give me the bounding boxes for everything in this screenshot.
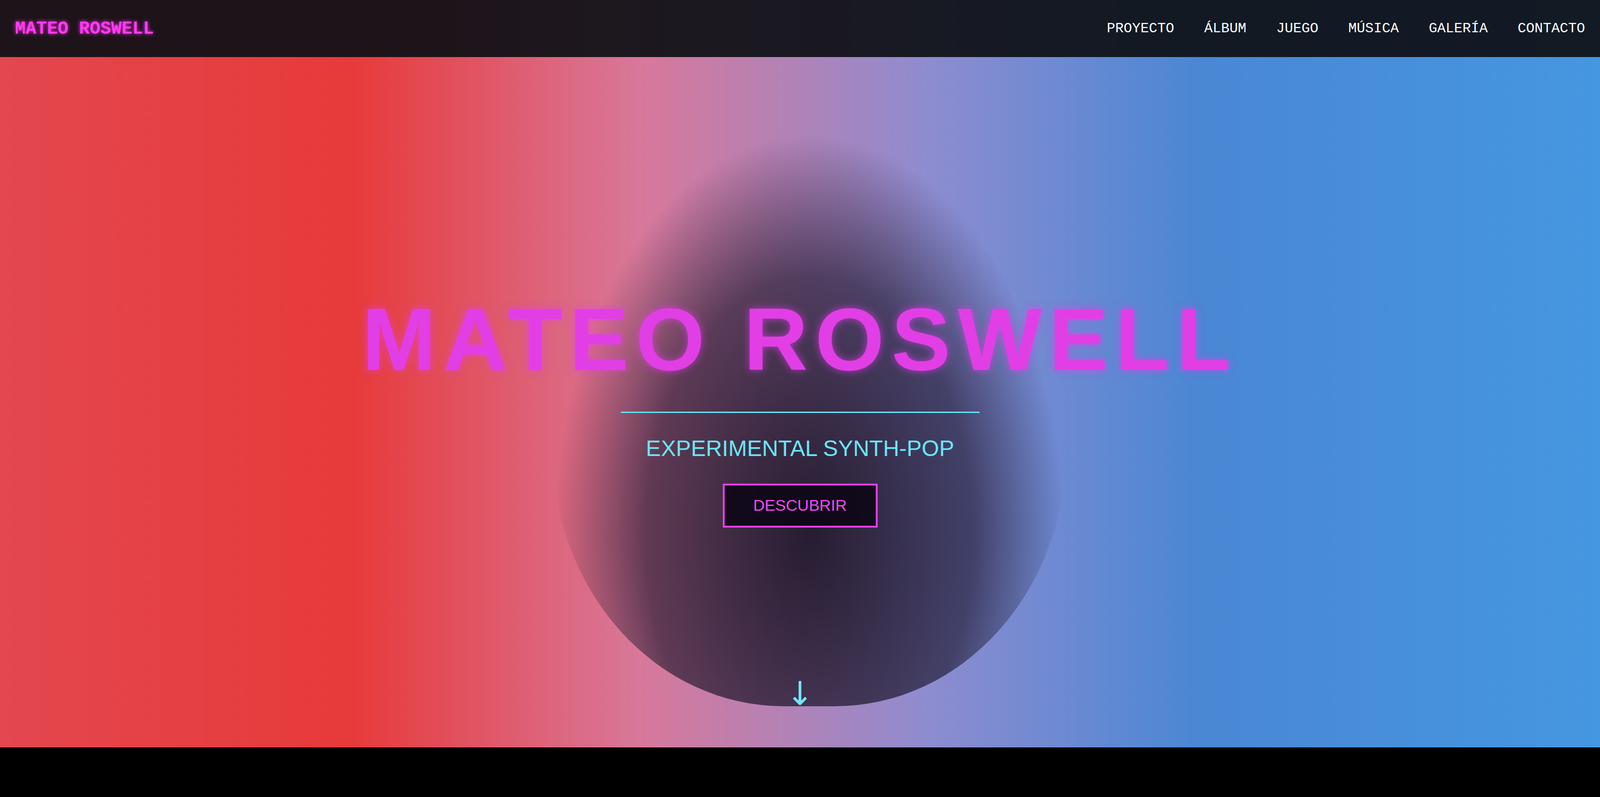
nav-link[interactable]: CONTACTO [1517,20,1586,37]
nav-link[interactable]: GALERÍA [1428,20,1488,37]
bottom-strip [0,747,1600,797]
nav-link[interactable]: ÁLBUM [1204,20,1247,37]
hero-center: MATEO ROSWELL EXPERIMENTAL SYNTH-POP DESCU… [0,290,1600,528]
nav-link[interactable]: MÚSICA [1348,20,1399,37]
discover-button[interactable]: DESCUBRIR [722,483,878,528]
headphones-image [552,130,1067,707]
scroll-down-icon[interactable]: ↓ [786,677,815,711]
nav-links: PROYECTO ÁLBUM JUEGO MÚSICA GALERÍA CONTACTO [1106,20,1586,37]
nav-bar: MATEO ROSWELL PROYECTO ÁLBUM JUEGO MÚSICA GAL… [0,0,1600,58]
hero-subtitle: EXPERIMENTAL SYNTH-POP [646,435,955,462]
nav-link[interactable]: JUEGO [1276,20,1319,37]
divider-line [620,411,980,414]
hero-content: MATEO ROSWELL EXPERIMENTAL SYNTH-POP DESCU… [0,0,1600,748]
logo[interactable]: MATEO ROSWELL [14,18,154,39]
hero: MATEO ROSWELL PROYECTO ÁLBUM JUEGO MÚSICA GAL… [0,0,1600,748]
nav-link[interactable]: PROYECTO [1106,20,1175,37]
hero-title: MATEO ROSWELL [362,290,1238,389]
page: MATEO ROSWELL PROYECTO ÁLBUM JUEGO MÚSICA GAL… [0,0,1600,797]
